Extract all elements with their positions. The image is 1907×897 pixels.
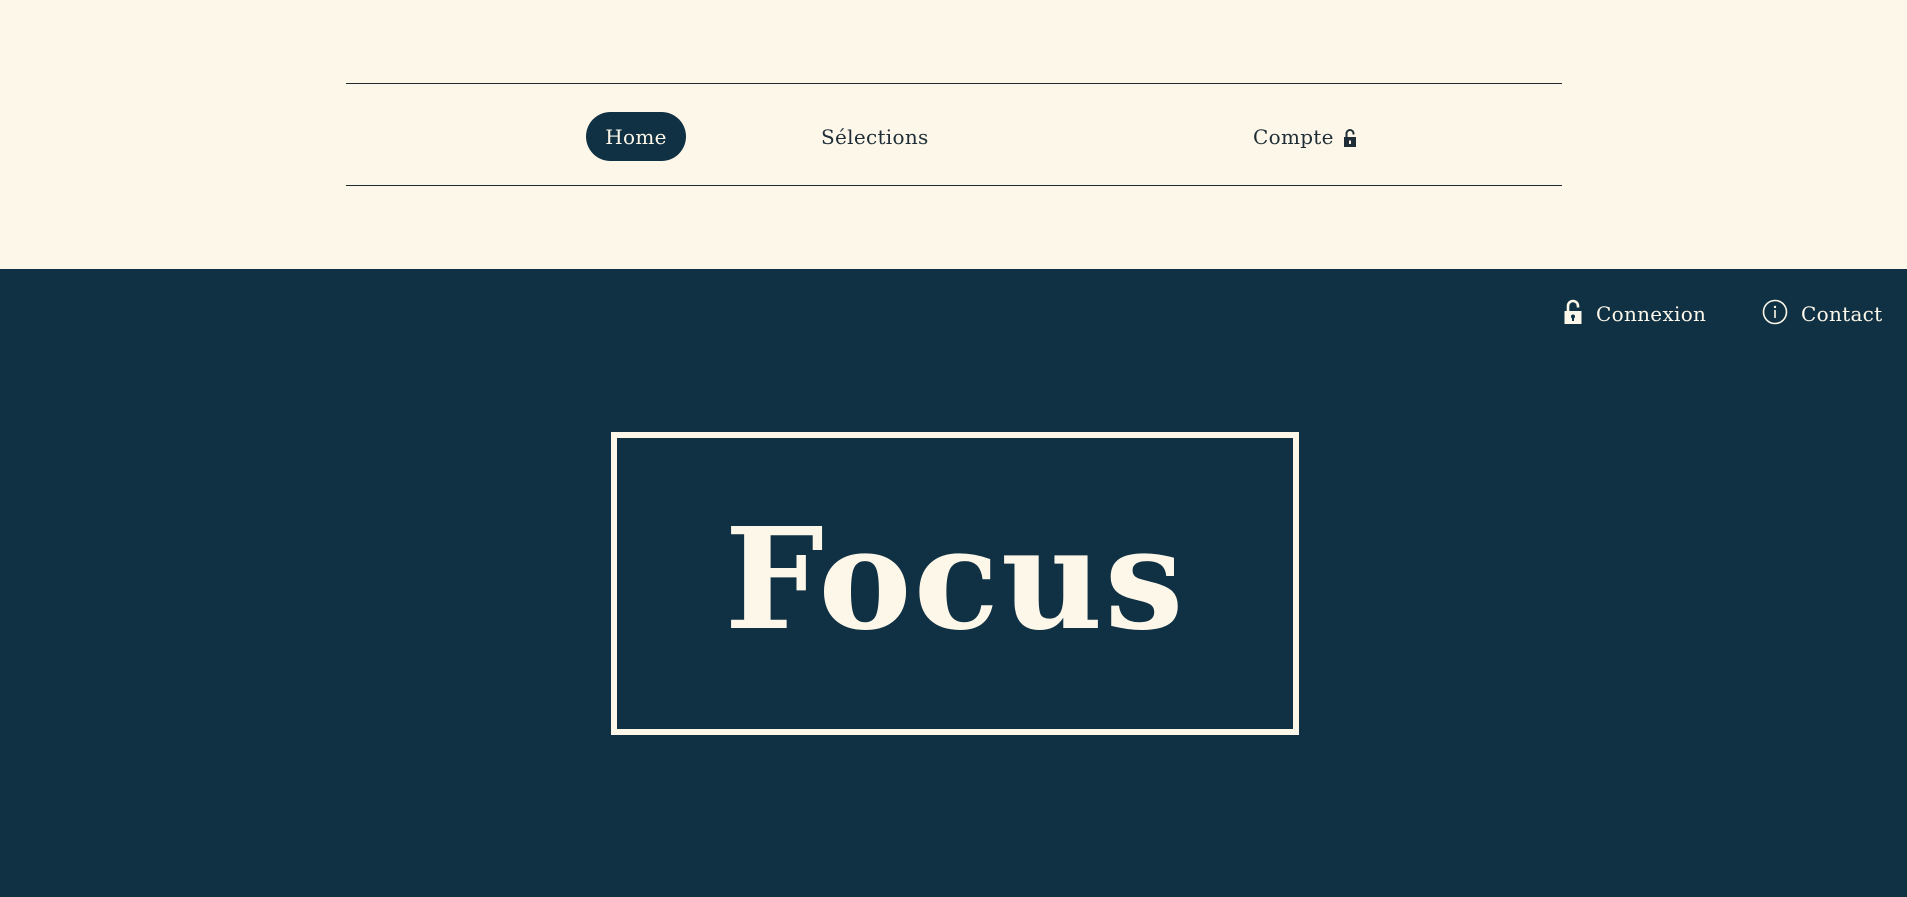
nav-item-home[interactable]: Home bbox=[586, 112, 686, 161]
nav-item-home-label: Home bbox=[605, 124, 667, 149]
hero-title: Focus bbox=[724, 497, 1186, 662]
login-label: Connexion bbox=[1596, 302, 1707, 326]
contact-link[interactable]: Contact bbox=[1762, 299, 1883, 329]
lock-open-icon bbox=[1563, 299, 1596, 330]
lock-open-icon bbox=[1343, 128, 1357, 148]
nav-item-account[interactable]: Compte bbox=[1253, 112, 1357, 161]
nav-item-selections[interactable]: Sélections bbox=[821, 112, 929, 161]
nav-item-selections-label: Sélections bbox=[821, 124, 929, 149]
hero-title-frame: Focus bbox=[611, 432, 1299, 735]
top-header: Home Sélections Compte bbox=[0, 0, 1907, 269]
info-icon bbox=[1762, 299, 1801, 330]
nav-bottom-divider bbox=[346, 185, 1562, 186]
hero-section: Connexion Contact Focus bbox=[0, 269, 1907, 897]
contact-label: Contact bbox=[1801, 302, 1883, 326]
nav-item-account-label: Compte bbox=[1253, 124, 1334, 149]
nav-top-divider bbox=[346, 83, 1562, 84]
login-link[interactable]: Connexion bbox=[1563, 299, 1706, 329]
